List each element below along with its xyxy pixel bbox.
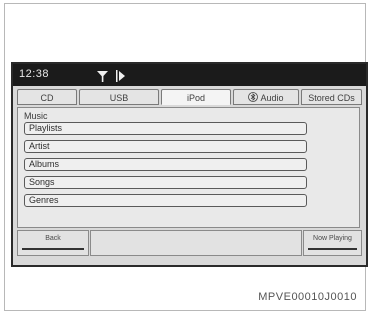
status-icons bbox=[97, 69, 126, 82]
figure-caption: MPVE00010J0010 bbox=[258, 291, 357, 303]
tab-label: Stored CDs bbox=[308, 93, 355, 103]
tab-stored-cds[interactable]: Stored CDs bbox=[301, 89, 362, 105]
softkey-blank bbox=[90, 230, 302, 256]
tab-cd[interactable]: CD bbox=[17, 89, 77, 105]
tab-label: CD bbox=[40, 93, 54, 103]
menu-item-songs[interactable]: Songs bbox=[24, 176, 307, 189]
clock: 12:38 bbox=[19, 68, 50, 80]
music-panel: Music Playlists Artist Albums Songs Genr… bbox=[17, 107, 360, 228]
bluetooth-icon bbox=[248, 91, 259, 104]
infotainment-screen: 12:38 CD USB iPod Audio Stored CDs Music… bbox=[11, 62, 368, 267]
antenna-icon bbox=[97, 69, 109, 87]
section-label: Music bbox=[24, 111, 48, 121]
play-icon bbox=[116, 69, 126, 87]
menu-item-playlists[interactable]: Playlists bbox=[24, 122, 307, 135]
tab-ipod[interactable]: iPod bbox=[161, 89, 231, 105]
back-label: Back bbox=[45, 235, 61, 242]
tab-audio[interactable]: Audio bbox=[233, 89, 299, 105]
now-playing-button[interactable]: Now Playing bbox=[303, 230, 362, 256]
status-bar: 12:38 bbox=[13, 64, 366, 86]
tab-label: iPod bbox=[186, 93, 205, 103]
softkey-indicator bbox=[308, 248, 357, 250]
back-button[interactable]: Back bbox=[17, 230, 89, 256]
now-playing-label: Now Playing bbox=[313, 235, 352, 242]
manual-figure-frame: 12:38 CD USB iPod Audio Stored CDs Music… bbox=[4, 3, 368, 311]
softkey-bar: Back Now Playing bbox=[17, 230, 362, 258]
tab-label: USB bbox=[109, 93, 129, 103]
menu-item-genres[interactable]: Genres bbox=[24, 194, 307, 207]
tab-usb[interactable]: USB bbox=[79, 89, 159, 105]
source-tabs: CD USB iPod Audio Stored CDs bbox=[17, 89, 362, 107]
softkey-indicator bbox=[22, 248, 84, 250]
menu-item-artist[interactable]: Artist bbox=[24, 140, 307, 153]
tab-label: Audio bbox=[260, 93, 284, 103]
menu-item-albums[interactable]: Albums bbox=[24, 158, 307, 171]
